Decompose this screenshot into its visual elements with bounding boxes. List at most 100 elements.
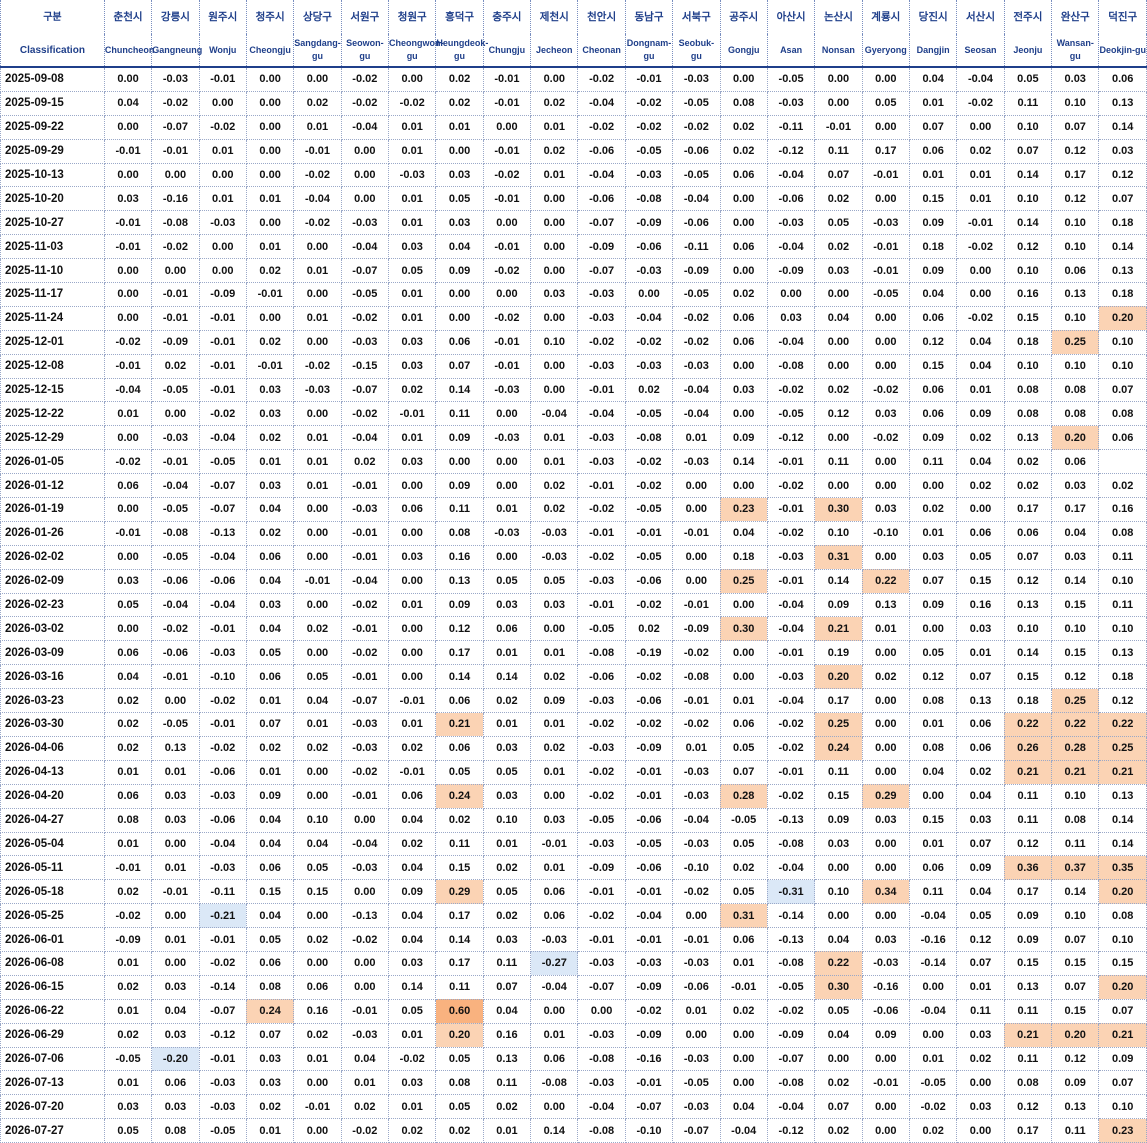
table-cell: -0.02	[340, 1118, 390, 1143]
table-cell: -0.07	[577, 258, 626, 284]
table-row: 2025-11-24 0.00 -0.01 -0.01 0.00 0.01 -0.02 0.0…	[0, 305, 1147, 331]
table-cell: -0.01	[956, 210, 1005, 236]
table-cell: 0.10	[482, 807, 532, 833]
table-cell: 0.14	[435, 664, 484, 690]
table-cell: 0.08	[1003, 401, 1053, 427]
header-region-eng: Heungdeok-gu	[435, 34, 488, 68]
table-cell: 0.11	[1003, 998, 1053, 1024]
table-cell: -0.02	[624, 664, 674, 690]
table-cell: 0.00	[719, 1070, 768, 1096]
table-cell: 0.17	[1003, 1118, 1053, 1143]
table-cell: -0.07	[340, 258, 390, 284]
table-cell: 0.01	[245, 186, 295, 212]
table-cell: 0.10	[1098, 353, 1147, 379]
table-cell: 0.00	[861, 640, 910, 666]
table-cell: 0.06	[956, 712, 1005, 737]
table-cell: 0.20	[1098, 879, 1147, 905]
table-cell: -0.03	[340, 712, 390, 737]
table-cell: -0.09	[624, 210, 674, 236]
table-cell: 0.00	[719, 640, 768, 666]
table-cell: 0.00	[151, 258, 200, 284]
table-cell: 0.13	[1003, 425, 1053, 451]
table-cell: -0.13	[340, 903, 390, 929]
header-region-kor: 청원구	[388, 0, 437, 34]
table-cell: 0.06	[245, 664, 295, 690]
header-region-eng: Jecheon	[530, 34, 579, 68]
table-cell: 0.15	[1098, 950, 1147, 976]
table-cell: 0.00	[530, 66, 579, 92]
header-region-kor: 계룡시	[861, 0, 910, 34]
table-cell: -0.04	[908, 998, 958, 1024]
table-cell: 0.01	[245, 234, 295, 260]
table-cell: 0.00	[103, 258, 153, 284]
table-cell: -0.02	[151, 90, 200, 116]
row-date: 2026-05-11	[0, 855, 105, 881]
table-cell: 0.01	[293, 258, 342, 284]
table-cell: -0.04	[624, 305, 674, 331]
table-cell: -0.07	[766, 1046, 816, 1072]
table-cell: 0.06	[151, 1070, 200, 1096]
table-cell: 0.00	[814, 66, 863, 92]
table-cell: 0.00	[293, 640, 342, 666]
table-cell: 0.01	[482, 831, 532, 857]
table-cell: -0.01	[340, 520, 390, 546]
table-cell: 0.08	[719, 90, 768, 116]
table-cell: -0.01	[198, 353, 247, 379]
table-cell: -0.02	[340, 759, 390, 785]
table-cell: 0.04	[293, 831, 342, 857]
table-cell: 0.02	[1003, 449, 1053, 475]
table-cell: 0.03	[245, 473, 295, 499]
table-cell: 0.00	[719, 473, 768, 499]
table-cell: 0.00	[245, 138, 295, 164]
table-cell: -0.02	[577, 66, 626, 92]
table-cell: -0.03	[530, 927, 579, 952]
table-cell: 0.13	[151, 735, 200, 761]
table-cell: 0.13	[1098, 258, 1147, 284]
table-cell: -0.16	[861, 974, 910, 1000]
table-cell: 0.01	[245, 688, 295, 714]
table-cell: -0.02	[103, 903, 153, 929]
row-date: 2025-12-22	[0, 401, 105, 427]
table-cell: 0.00	[482, 401, 532, 427]
table-cell: 0.09	[245, 783, 295, 809]
table-cell: 0.03	[151, 974, 200, 1000]
table-cell: -0.04	[624, 903, 674, 929]
table-row: 2026-02-09 0.03 -0.06 -0.06 0.04 -0.01 -0.04 0.…	[0, 568, 1147, 594]
table-cell: -0.01	[577, 592, 626, 618]
table-cell: 0.04	[245, 568, 295, 594]
row-date: 2026-04-13	[0, 759, 105, 785]
table-cell: -0.01	[198, 305, 247, 331]
table-cell: 0.05	[482, 568, 532, 594]
table-cell: 0.04	[245, 807, 295, 833]
table-cell: 0.10	[1098, 568, 1147, 594]
table-cell: 0.00	[245, 210, 295, 236]
table-cell: 0.02	[956, 425, 1005, 451]
table-cell: -0.04	[766, 616, 816, 642]
table-cell: 0.02	[530, 664, 579, 690]
table-cell: 0.05	[293, 855, 342, 881]
table-row: 2025-11-03 -0.01 -0.02 0.00 0.01 0.00 -0.04 0.0…	[0, 234, 1147, 260]
table-cell: -0.01	[482, 353, 532, 379]
table-cell: -0.04	[530, 974, 579, 1000]
table-cell: 0.02	[624, 616, 674, 642]
table-cell: -0.09	[151, 329, 200, 355]
table-cell: -0.03	[577, 425, 626, 451]
table-cell: 0.00	[435, 138, 484, 164]
table-cell: 0.14	[388, 974, 437, 1000]
table-cell: 0.04	[340, 1046, 390, 1072]
table-cell: 0.15	[908, 807, 958, 833]
table-cell: 0.03	[1051, 473, 1100, 499]
table-cell: 0.22	[1051, 712, 1100, 737]
table-cell: -0.02	[577, 544, 626, 570]
table-cell: -0.02	[766, 735, 816, 761]
table-cell: 0.60	[435, 998, 484, 1024]
table-cell: 0.01	[530, 759, 579, 785]
table-cell: 0.01	[861, 616, 910, 642]
table-cell: 0.09	[908, 258, 958, 284]
table-row: 2025-11-10 0.00 0.00 0.00 0.02 0.01 -0.07 0.05 0…	[0, 258, 1147, 284]
table-row: 2025-12-15 -0.04 -0.05 -0.01 0.03 -0.03 -0.07 0…	[0, 377, 1147, 403]
table-cell: 0.03	[103, 1094, 153, 1120]
table-cell: 0.16	[435, 544, 484, 570]
table-cell: 0.04	[814, 927, 863, 952]
table-cell: -0.05	[151, 377, 200, 403]
